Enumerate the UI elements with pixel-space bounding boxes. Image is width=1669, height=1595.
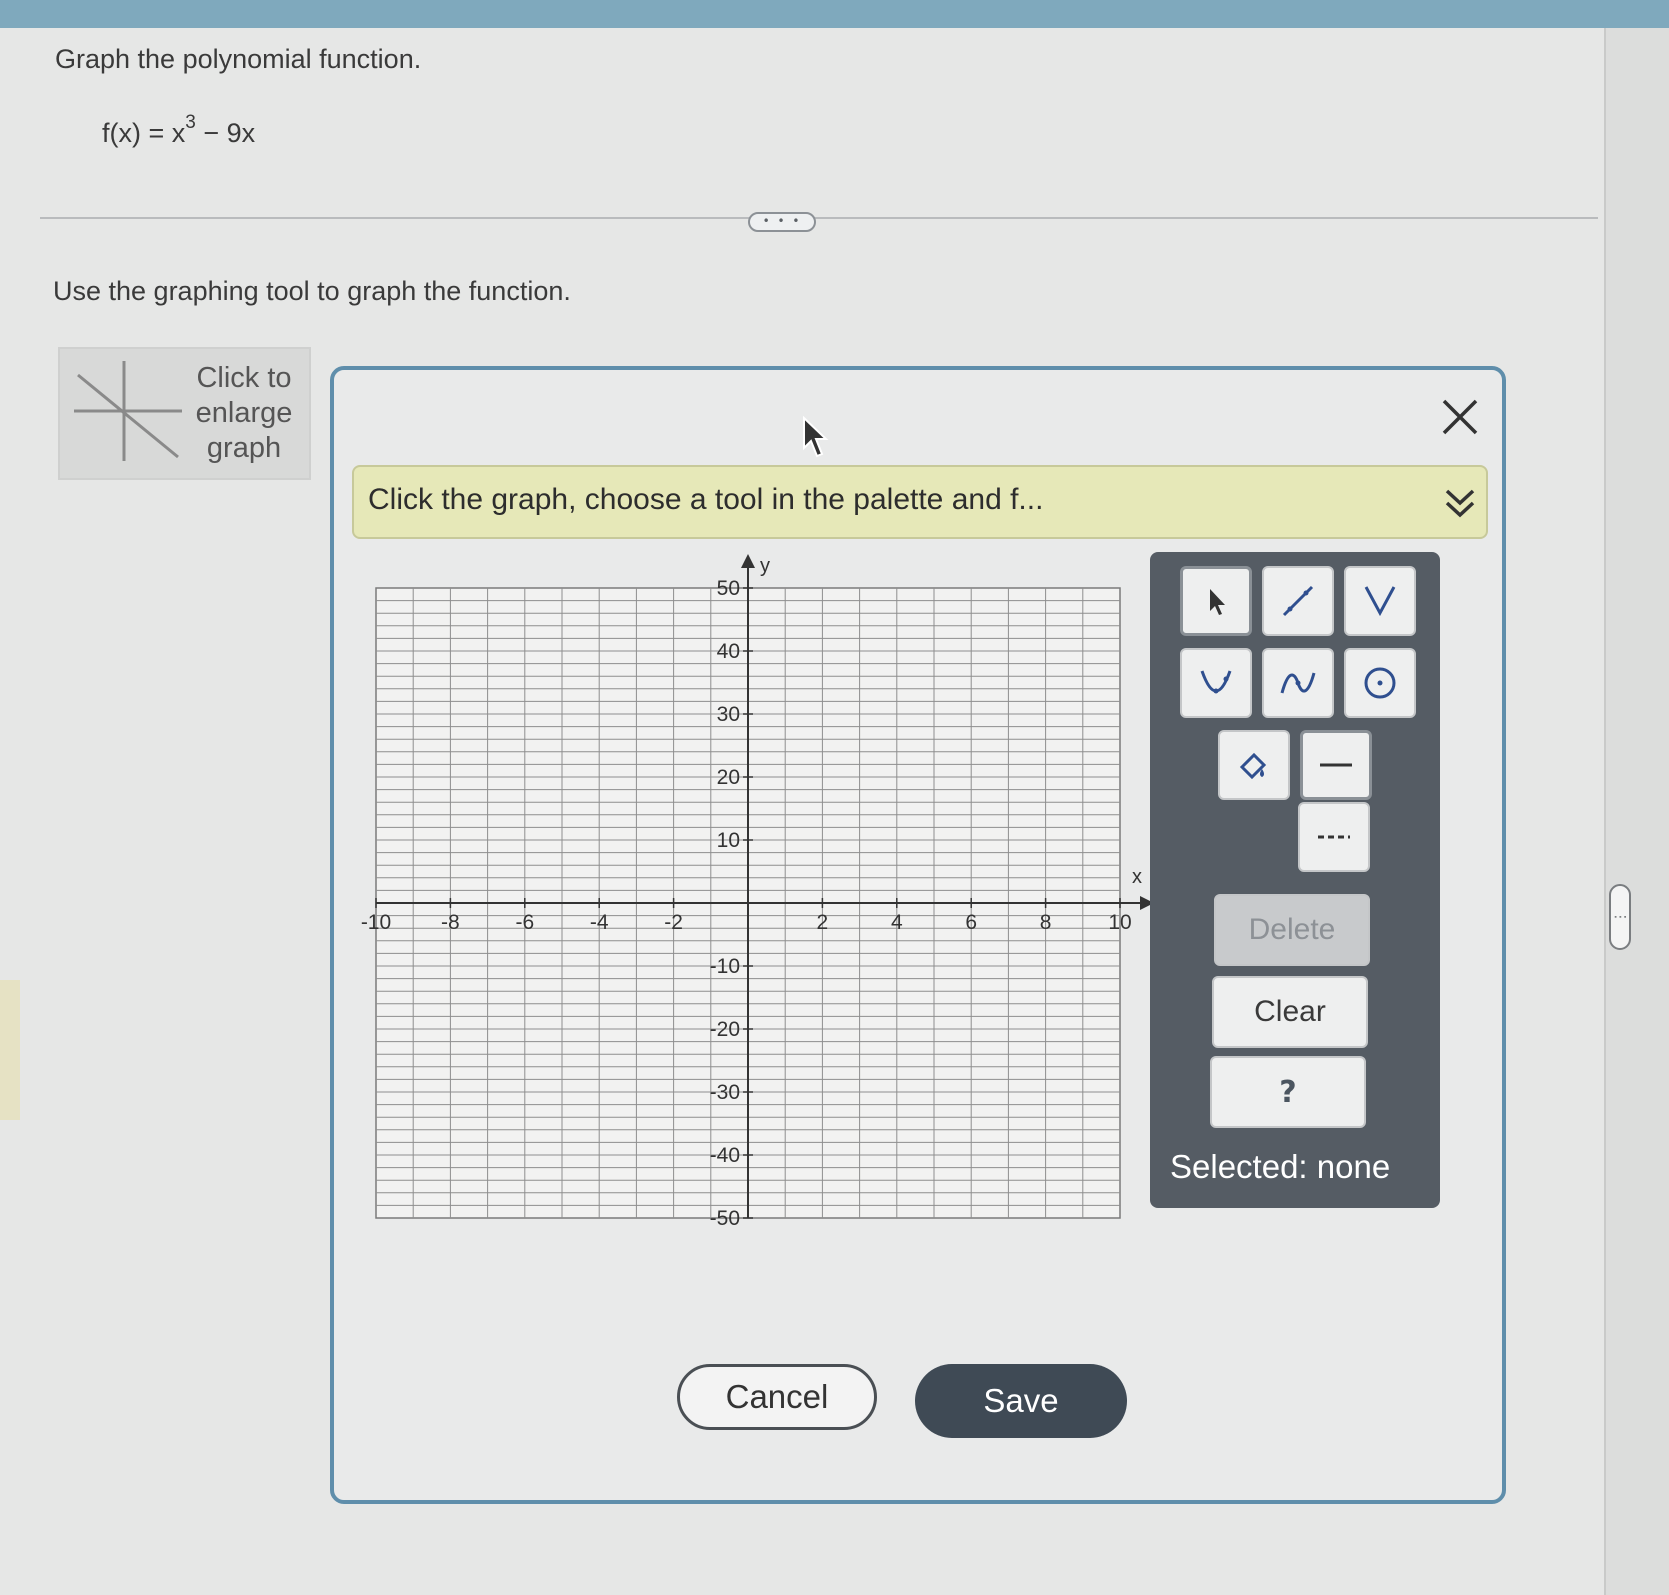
x-tick-label: 8 bbox=[1040, 911, 1052, 934]
x-tick-label: -10 bbox=[361, 911, 391, 934]
tool-solid-line[interactable] bbox=[1300, 730, 1372, 800]
enlarge-label: Click to enlarge graph bbox=[195, 362, 293, 464]
top-bar bbox=[0, 0, 1669, 28]
tool-circle[interactable] bbox=[1344, 648, 1416, 718]
help-button[interactable]: ? bbox=[1210, 1056, 1366, 1128]
y-tick-label: 50 bbox=[717, 577, 740, 600]
tool-select[interactable] bbox=[1180, 566, 1252, 636]
selected-status: Selected: none bbox=[1170, 1148, 1391, 1185]
tool-parabola[interactable] bbox=[1180, 648, 1252, 718]
y-tick-label: 20 bbox=[717, 766, 740, 789]
y-tick-label: -10 bbox=[710, 955, 740, 978]
hint-bar: Click the graph, choose a tool in the pa… bbox=[352, 465, 1488, 539]
side-tint bbox=[0, 980, 20, 1120]
y-tick-label: 40 bbox=[717, 640, 740, 663]
tool-line[interactable] bbox=[1262, 566, 1334, 636]
x-tick-label: -6 bbox=[515, 911, 534, 934]
section-divider bbox=[40, 217, 1598, 219]
function-exponent: 3 bbox=[185, 112, 196, 133]
instruction-text: Use the graphing tool to graph the funct… bbox=[53, 276, 571, 306]
tool-absolute-value[interactable] bbox=[1344, 566, 1416, 636]
cubic-curve-icon bbox=[1280, 672, 1316, 694]
page-edge bbox=[1604, 28, 1669, 1595]
cancel-button[interactable]: Cancel bbox=[677, 1364, 877, 1430]
x-axis-label: x bbox=[1132, 866, 1142, 888]
absolute-value-icon bbox=[1364, 586, 1396, 617]
save-button[interactable]: Save bbox=[915, 1364, 1127, 1438]
dashed-line-icon bbox=[1318, 835, 1350, 839]
y-axis-label: y bbox=[760, 555, 770, 577]
y-tick-label: -20 bbox=[710, 1018, 740, 1041]
x-tick-label: 2 bbox=[817, 911, 829, 934]
double-chevron-down-icon[interactable] bbox=[1442, 485, 1478, 521]
fill-icon bbox=[1239, 752, 1267, 780]
resize-handle[interactable]: ⋮ bbox=[1609, 884, 1631, 950]
tool-fill[interactable] bbox=[1218, 730, 1290, 800]
function-base: f(x) = x bbox=[102, 118, 186, 148]
tool-cubic[interactable] bbox=[1262, 648, 1334, 718]
tool-dashed-line[interactable] bbox=[1298, 802, 1370, 872]
tool-palette: Delete Clear ? Selected: none bbox=[1150, 552, 1440, 1208]
y-tick-label: -50 bbox=[710, 1207, 740, 1230]
graph-canvas[interactable]: x y -10 -8 -6 -4 -2 2 4 6 8 10 50 40 30 20 10 -10 -20 -30 -… bbox=[350, 552, 1154, 1252]
close-icon[interactable] bbox=[1440, 397, 1480, 437]
parabola-icon bbox=[1200, 670, 1232, 694]
y-tick-label: -30 bbox=[710, 1081, 740, 1104]
clear-button[interactable]: Clear bbox=[1212, 976, 1368, 1048]
x-tick-label: -8 bbox=[441, 911, 460, 934]
enlarge-graph-button[interactable]: Click to enlarge graph bbox=[58, 347, 311, 480]
mouse-pointer-icon bbox=[803, 416, 829, 458]
graph-thumbnail-icon bbox=[74, 361, 182, 461]
solid-line-icon bbox=[1320, 763, 1352, 767]
y-axis-arrow bbox=[741, 554, 755, 568]
y-tick-label: 10 bbox=[717, 829, 740, 852]
delete-button[interactable]: Delete bbox=[1214, 894, 1370, 966]
x-tick-label: 4 bbox=[891, 911, 903, 934]
y-tick-label: 30 bbox=[717, 703, 740, 726]
arrow-select-icon bbox=[1210, 589, 1225, 615]
x-tick-label: 10 bbox=[1108, 911, 1131, 934]
more-button[interactable]: • • • bbox=[748, 212, 816, 232]
circle-icon bbox=[1364, 667, 1396, 699]
x-tick-label: 6 bbox=[965, 911, 977, 934]
x-tick-label: -4 bbox=[590, 911, 609, 934]
y-tick-label: -40 bbox=[710, 1144, 740, 1167]
hint-text: Click the graph, choose a tool in the pa… bbox=[368, 483, 1044, 516]
line-segment-icon bbox=[1282, 585, 1314, 617]
x-tick-label: -2 bbox=[664, 911, 683, 934]
function-expression: f(x) = x3 − 9x bbox=[102, 112, 256, 149]
function-rest: − 9x bbox=[195, 118, 256, 148]
question-title: Graph the polynomial function. bbox=[55, 44, 422, 74]
